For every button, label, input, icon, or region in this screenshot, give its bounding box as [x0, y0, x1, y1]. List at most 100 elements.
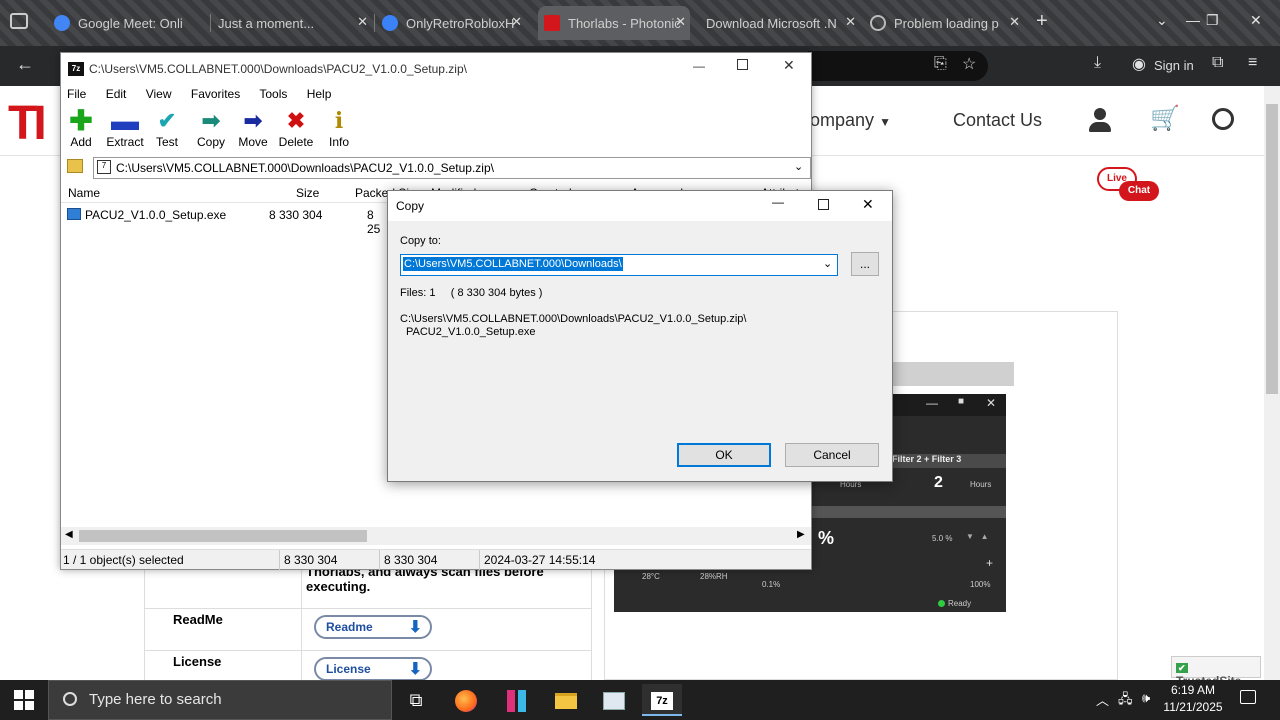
restore-icon[interactable]: ❐	[1206, 12, 1219, 29]
extensions-icon[interactable]: ⧉	[1212, 54, 1223, 72]
trustedsite-badge[interactable]: ✔ TrustedSite	[1171, 656, 1261, 688]
folder-up-icon[interactable]	[67, 159, 83, 173]
minimize-icon[interactable]: —	[772, 195, 784, 209]
bookmark-star-icon[interactable]: ☆	[962, 54, 976, 74]
tab-overview-icon[interactable]	[10, 13, 28, 29]
nav-company[interactable]: ompany ▼	[810, 110, 891, 131]
horizontal-scrollbar[interactable]: ◀ ▶	[61, 527, 811, 545]
back-icon[interactable]: ←	[16, 54, 34, 75]
close-tab-icon[interactable]: ✕	[511, 14, 522, 30]
tab-google-meet[interactable]: Google Meet: Onli	[48, 6, 208, 40]
tab-problem-loading[interactable]: Problem loading p ✕	[864, 6, 1024, 40]
download-arrow-icon: ⬇	[408, 661, 422, 678]
menu-edit[interactable]: Edit	[106, 87, 127, 101]
maximize-icon[interactable]	[818, 199, 829, 210]
readme-download-button[interactable]: Readme ⬇	[314, 615, 432, 639]
close-window-icon[interactable]: ✕	[1250, 12, 1262, 29]
minimize-icon[interactable]: —	[693, 59, 705, 73]
menu-view[interactable]: View	[146, 87, 172, 101]
chevron-up-icon[interactable]: ︿	[1096, 690, 1109, 709]
ready-status-dot	[938, 600, 945, 607]
menu-file[interactable]: File	[67, 87, 86, 101]
file-row[interactable]: PACU2_V1.0.0_Setup.exe 8 330 304 8 25	[65, 206, 385, 236]
download-icon[interactable]: ⤓	[1094, 54, 1101, 72]
chevron-down-icon[interactable]: ⌄	[823, 257, 832, 270]
col-size[interactable]: Size	[296, 186, 319, 200]
windows-start-icon[interactable]	[14, 690, 34, 710]
x-icon: ✖	[286, 108, 306, 133]
archive-icon: 7	[97, 160, 111, 174]
7zip-path-field[interactable]: 7 C:\Users\VM5.COLLABNET.000\Downloads\P…	[93, 157, 811, 179]
extract-button[interactable]: ▬ Extract	[103, 107, 147, 150]
menu-favorites[interactable]: Favorites	[191, 87, 240, 101]
close-icon[interactable]: ✕	[783, 57, 795, 74]
app-icon[interactable]	[496, 684, 536, 716]
new-tab-icon[interactable]: +	[1036, 10, 1048, 33]
copy-button[interactable]: ➡ Copy	[189, 107, 233, 149]
chevron-down-icon[interactable]: ⌄	[794, 160, 803, 173]
copy-destination-input[interactable]: C:\Users\VM5.COLLABNET.000\Downloads\	[403, 257, 623, 271]
7zip-title: C:\Users\VM5.COLLABNET.000\Downloads\PAC…	[89, 62, 467, 76]
address-bar[interactable]: ⎘ ☆	[808, 51, 988, 81]
search-icon[interactable]	[1212, 108, 1234, 130]
close-icon[interactable]: ✕	[862, 196, 874, 213]
nav-contact-us[interactable]: Contact Us	[953, 110, 1042, 131]
ok-button[interactable]: OK	[677, 443, 771, 467]
col-name[interactable]: Name	[68, 186, 100, 200]
copy-dialog-title-bar: Copy — ✕	[388, 191, 892, 221]
downloads-table: Thorlabs, and always scan files before e…	[144, 560, 604, 681]
delete-button[interactable]: ✖ Delete	[274, 107, 318, 149]
info-button[interactable]: i Info	[317, 107, 361, 149]
7zip-status-bar: 1 / 1 object(s) selected 8 330 304 8 330…	[61, 549, 811, 570]
minimize-icon[interactable]: —	[1186, 12, 1200, 28]
file-explorer-icon[interactable]	[546, 684, 586, 716]
scroll-right-icon[interactable]: ▶	[797, 529, 805, 540]
maximize-icon[interactable]	[737, 59, 748, 70]
menu-help[interactable]: Help	[307, 87, 332, 101]
7zip-app-icon: 7z	[68, 62, 84, 76]
close-tab-icon[interactable]: ✕	[1009, 14, 1020, 30]
exe-file-icon	[67, 208, 81, 220]
remote-desktop-icon[interactable]	[594, 684, 634, 716]
tab-onlyretro[interactable]: OnlyRetroRobloxH ✕	[376, 6, 526, 40]
network-icon[interactable]: 🖧	[1118, 690, 1133, 712]
tab-download-microsoft[interactable]: Download Microsoft .N ✕	[700, 6, 860, 40]
scrollbar-thumb[interactable]	[79, 530, 367, 542]
page-scrollbar-thumb[interactable]	[1266, 104, 1278, 394]
signin-label[interactable]: Sign in	[1154, 58, 1194, 73]
scroll-left-icon[interactable]: ◀	[65, 529, 73, 540]
license-download-button[interactable]: License ⬇	[314, 657, 432, 681]
menu-icon[interactable]: ≡	[1248, 54, 1257, 72]
close-tab-icon[interactable]: ✕	[845, 14, 856, 30]
task-view-icon[interactable]: ⧉	[396, 684, 436, 716]
live-chat-button[interactable]: Live Chat	[1097, 167, 1161, 207]
tab-thorlabs[interactable]: Thorlabs - Photonic ✕	[538, 6, 690, 40]
search-icon	[63, 692, 77, 706]
cart-icon[interactable]: 🛒	[1150, 104, 1180, 133]
move-button[interactable]: ➡ Move	[231, 107, 275, 149]
account-icon[interactable]: ◉	[1132, 54, 1146, 74]
test-button[interactable]: ✔ Test	[145, 107, 189, 149]
add-button[interactable]: ✚ Add	[59, 107, 103, 150]
taskbar-clock[interactable]: 6:19 AM 11/21/2025	[1160, 682, 1226, 716]
close-tab-icon[interactable]: ✕	[357, 14, 368, 30]
close-tab-icon[interactable]: ✕	[675, 14, 686, 30]
install-app-icon[interactable]: ⎘	[934, 55, 947, 73]
copy-destination-combo[interactable]: C:\Users\VM5.COLLABNET.000\Downloads\ ⌄	[400, 254, 838, 276]
google-icon	[54, 15, 70, 31]
arrow-right-icon: ➡	[243, 108, 263, 133]
user-icon[interactable]	[1088, 108, 1112, 134]
volume-icon[interactable]: 🕪	[1142, 690, 1150, 706]
firefox-icon[interactable]	[446, 684, 486, 716]
7zip-taskbar-icon[interactable]: 7z	[642, 684, 682, 716]
browse-button[interactable]: ...	[851, 252, 879, 276]
notifications-icon[interactable]	[1240, 690, 1256, 704]
thorlabs-logo[interactable]: TI	[8, 96, 47, 151]
tab-search-icon[interactable]: ⌄	[1156, 12, 1168, 29]
7zip-title-bar: 7z C:\Users\VM5.COLLABNET.000\Downloads\…	[61, 53, 811, 85]
row-label-license: License	[173, 654, 222, 669]
taskbar-search-box[interactable]: Type here to search	[48, 680, 392, 720]
cancel-button[interactable]: Cancel	[785, 443, 879, 467]
tab-just-a-moment[interactable]: Just a moment... ✕	[212, 6, 372, 40]
menu-tools[interactable]: Tools	[259, 87, 287, 101]
